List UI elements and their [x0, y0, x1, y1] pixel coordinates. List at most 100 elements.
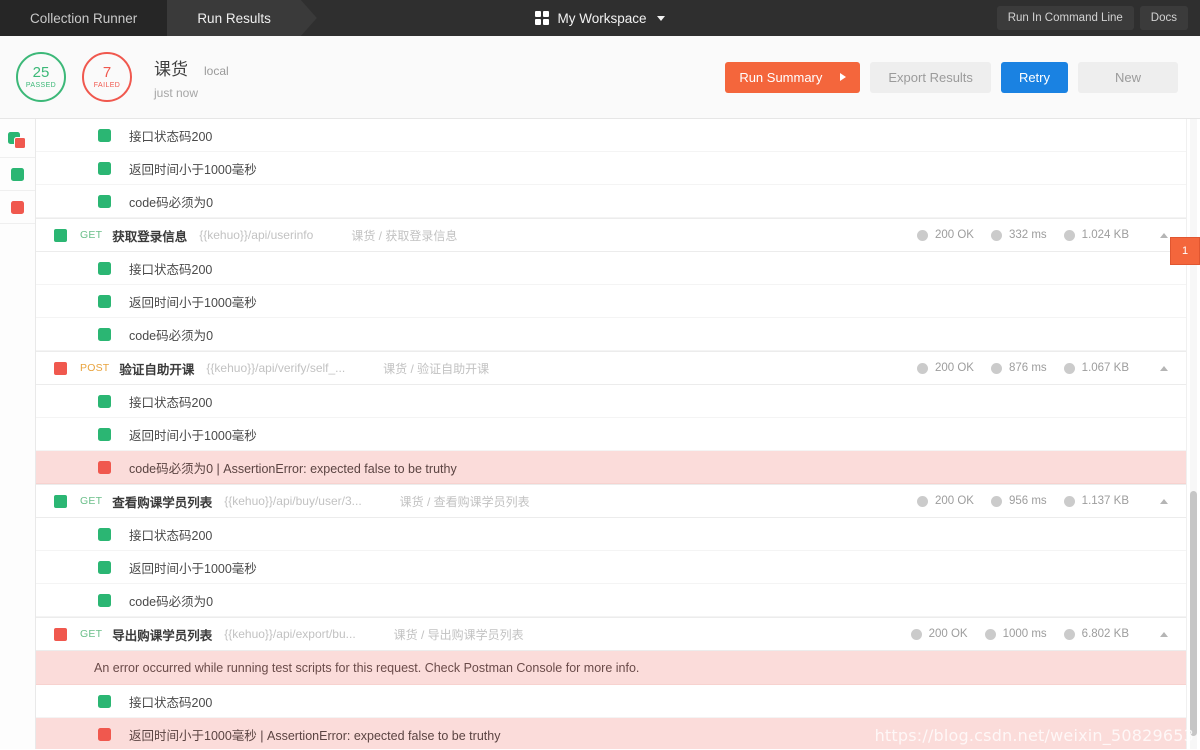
- tab-run-results[interactable]: Run Results: [167, 0, 301, 36]
- results-rows: 接口状态码200 返回时间小于1000毫秒 code码必须为0 GET 获取登录信息 {{…: [36, 119, 1186, 749]
- assertion-label: 接口状态码200: [129, 395, 213, 410]
- size-dot-icon: [1063, 628, 1075, 640]
- scrollbar-thumb[interactable]: [1190, 491, 1197, 736]
- assertion-label: 接口状态码200: [129, 695, 213, 710]
- stacked-squares-icon: [7, 132, 28, 150]
- request-path: 课货 / 验证自助开课: [383, 361, 490, 376]
- passed-donut: 25 PASSED: [16, 52, 66, 102]
- status-dot-icon: [916, 495, 928, 507]
- script-error-banner: An error occurred while running test scr…: [36, 651, 1186, 685]
- workspace-label: My Workspace: [557, 10, 647, 26]
- chevron-up-icon[interactable]: [1160, 631, 1168, 637]
- assertion-label: 返回时间小于1000毫秒 | AssertionError: expected …: [129, 728, 501, 743]
- assertion-status-icon: [98, 460, 111, 474]
- test-assertion-row: 接口状态码200: [36, 119, 1186, 152]
- request-status-chip: [54, 228, 67, 242]
- results-scrollbar[interactable]: [1186, 119, 1200, 749]
- run-summary-header: 25 PASSED 7 FAILED 课货 local just now Run…: [0, 36, 1200, 119]
- assertion-label: 返回时间小于1000毫秒: [129, 295, 257, 310]
- assertion-label: 接口状态码200: [129, 129, 213, 144]
- export-results-button[interactable]: Export Results: [870, 61, 991, 93]
- response-code: 200 OK: [928, 628, 968, 640]
- test-assertion-row: code码必须为0 | AssertionError: expected fal…: [36, 451, 1186, 484]
- response-time: 876 ms: [1008, 362, 1047, 374]
- assertion-label: 返回时间小于1000毫秒: [129, 162, 257, 177]
- script-error-text: An error occurred while running test scr…: [94, 660, 640, 675]
- assertion-status-icon: [98, 727, 111, 741]
- results-body: 接口状态码200 返回时间小于1000毫秒 code码必须为0 GET 获取登录信息 {{…: [0, 119, 1200, 749]
- passed-count: 25: [32, 64, 50, 82]
- test-assertion-row: 返回时间小于1000毫秒: [36, 152, 1186, 185]
- collection-name: 课货: [154, 59, 188, 79]
- response-size: 1.067 KB: [1081, 362, 1129, 374]
- tab-collection-runner[interactable]: Collection Runner: [0, 0, 168, 36]
- request-method: GET: [80, 229, 103, 241]
- failed-label: FAILED: [93, 81, 121, 89]
- request-name: 查看购课学员列表: [112, 495, 213, 510]
- response-time: 1000 ms: [1002, 628, 1047, 640]
- test-assertion-row: 返回时间小于1000毫秒: [36, 418, 1186, 451]
- assertion-status-icon: [98, 327, 111, 341]
- assertion-status-icon: [98, 261, 111, 275]
- request-name: 验证自助开课: [119, 362, 195, 377]
- assertion-label: code码必须为0: [129, 195, 214, 210]
- response-code: 200 OK: [934, 362, 974, 374]
- assertion-label: 返回时间小于1000毫秒: [129, 428, 257, 443]
- request-row[interactable]: GET 获取登录信息 {{kehuo}}/api/userinfo 课货 / 获取登录…: [36, 218, 1186, 252]
- request-status-chip: [54, 494, 67, 508]
- assertion-label: 返回时间小于1000毫秒: [129, 561, 257, 576]
- request-method: GET: [80, 495, 103, 507]
- request-metrics: 200 OK 1000 ms 6.802 KB: [910, 628, 1186, 640]
- assertion-status-icon: [98, 427, 111, 441]
- test-assertion-row: 接口状态码200: [36, 385, 1186, 418]
- assertion-status-icon: [98, 527, 111, 541]
- results-list[interactable]: 接口状态码200 返回时间小于1000毫秒 code码必须为0 GET 获取登录信息 {{…: [36, 119, 1186, 749]
- time-dot-icon: [990, 362, 1002, 374]
- test-assertion-row: 接口状态码200: [36, 518, 1186, 551]
- docs-button[interactable]: Docs: [1139, 6, 1188, 30]
- size-dot-icon: [1063, 495, 1075, 507]
- request-name: 获取登录信息: [112, 229, 188, 244]
- response-code: 200 OK: [934, 495, 974, 507]
- assertion-label: code码必须为0: [129, 594, 214, 609]
- failed-filter[interactable]: [0, 191, 35, 224]
- test-assertion-row: code码必须为0: [36, 318, 1186, 351]
- topbar-actions: Run In Command Line Docs: [996, 0, 1200, 36]
- chevron-up-icon[interactable]: [1160, 232, 1168, 238]
- status-dot-icon: [910, 628, 922, 640]
- filter-rail: [0, 119, 36, 749]
- time-dot-icon: [990, 229, 1002, 241]
- assertion-status-icon: [98, 194, 111, 208]
- workspace-selector[interactable]: My Workspace: [535, 10, 665, 26]
- assertion-label: code码必须为0 | AssertionError: expected fal…: [129, 461, 457, 476]
- chevron-up-icon[interactable]: [1160, 498, 1168, 504]
- chevron-up-icon[interactable]: [1160, 365, 1168, 371]
- side-badge[interactable]: 1: [1170, 237, 1200, 265]
- assertion-status-icon: [98, 394, 111, 408]
- failed-count: 7: [102, 64, 112, 82]
- request-row[interactable]: POST 验证自助开课 {{kehuo}}/api/verify/self_... 课…: [36, 351, 1186, 385]
- test-assertion-row: 返回时间小于1000毫秒: [36, 551, 1186, 584]
- request-row[interactable]: GET 查看购课学员列表 {{kehuo}}/api/buy/user/3... 课货…: [36, 484, 1186, 518]
- run-title-row: 课货 local: [154, 55, 229, 80]
- passed-filter[interactable]: [0, 158, 35, 191]
- new-button[interactable]: New: [1078, 61, 1178, 93]
- test-assertion-row: 返回时间小于1000毫秒 | AssertionError: expected …: [36, 718, 1186, 749]
- tab-collection-runner-label: Collection Runner: [30, 10, 138, 26]
- all-results-filter[interactable]: [0, 125, 35, 158]
- passed-label: PASSED: [25, 81, 57, 89]
- run-in-command-line-button[interactable]: Run In Command Line: [996, 6, 1134, 30]
- request-method: GET: [80, 628, 103, 640]
- response-time: 956 ms: [1008, 495, 1047, 507]
- time-dot-icon: [990, 495, 1002, 507]
- size-dot-icon: [1063, 362, 1075, 374]
- status-dot-icon: [916, 229, 928, 241]
- request-row[interactable]: GET 导出购课学员列表 {{kehuo}}/api/export/bu... 课货 …: [36, 617, 1186, 651]
- run-summary-button[interactable]: Run Summary: [725, 61, 861, 93]
- run-summary-label: Run Summary: [739, 69, 823, 85]
- status-dot-icon: [916, 362, 928, 374]
- response-code: 200 OK: [934, 229, 974, 241]
- retry-button[interactable]: Retry: [1000, 61, 1068, 93]
- response-time: 332 ms: [1008, 229, 1047, 241]
- time-dot-icon: [984, 628, 996, 640]
